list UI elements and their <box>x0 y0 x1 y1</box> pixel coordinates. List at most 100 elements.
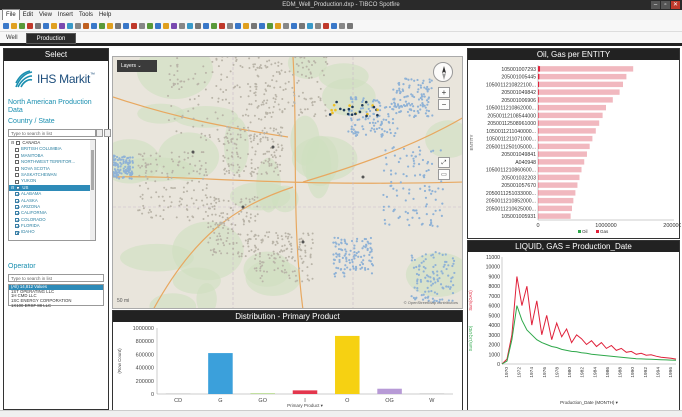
toolbar-tool-icon[interactable] <box>339 22 345 29</box>
toolbar-tool-icon[interactable] <box>99 22 105 29</box>
toolbar-tool-icon[interactable] <box>235 22 241 29</box>
toolbar-tool-icon[interactable] <box>139 22 145 29</box>
oil-bar[interactable] <box>538 89 539 95</box>
toolbar-tool-icon[interactable] <box>275 22 281 29</box>
oil-bar[interactable] <box>538 66 541 72</box>
dist-bar[interactable] <box>292 390 318 394</box>
gas-bar[interactable] <box>538 81 623 88</box>
toolbar-tool-icon[interactable] <box>67 22 73 29</box>
expand-toggle-icon[interactable]: ⊟ <box>11 140 14 146</box>
checkbox[interactable] <box>16 141 21 146</box>
operator-list-item[interactable]: 1X100 ERSF 88 LLC <box>9 303 103 309</box>
toolbar-tool-icon[interactable] <box>227 22 233 29</box>
country-state-list[interactable]: ⊟ CANADA BRITISH COLUMBIA MANITOBA NORTHWEST… <box>8 139 96 241</box>
checkbox[interactable] <box>15 224 19 229</box>
gas-bar[interactable] <box>538 213 571 219</box>
map-canvas[interactable] <box>113 57 463 309</box>
checkbox[interactable] <box>15 179 19 184</box>
toolbar-tool-icon[interactable] <box>51 22 57 29</box>
gas-bar[interactable] <box>538 128 596 134</box>
country-list-scrollbar[interactable] <box>90 140 95 240</box>
checkbox[interactable] <box>15 205 19 210</box>
dist-bar[interactable] <box>335 335 360 394</box>
gas-bar[interactable] <box>538 66 634 72</box>
series-line-sum-gas-[interactable] <box>501 276 677 365</box>
checkbox[interactable] <box>15 192 19 197</box>
checkbox[interactable] <box>15 230 19 235</box>
toolbar-tool-icon[interactable] <box>203 22 209 29</box>
menu-help[interactable]: Help <box>96 10 114 20</box>
menu-view[interactable]: View <box>36 10 55 20</box>
zoom-in-button[interactable]: + <box>438 87 450 98</box>
distribution-chart[interactable]: 02000004000006000008000001000000CD G GO I O O… <box>113 322 464 410</box>
toolbar-tool-icon[interactable] <box>75 22 81 29</box>
toolbar-tool-icon[interactable] <box>35 22 41 29</box>
operator-list[interactable]: (All) 14,812 Values 1ST OPERATING LLC 1H C… <box>8 284 104 309</box>
gas-bar[interactable] <box>538 182 578 188</box>
menu-edit[interactable]: Edit <box>20 10 36 20</box>
toolbar-tool-icon[interactable] <box>43 22 49 29</box>
maximize-button[interactable]: ▫ <box>661 1 670 9</box>
gas-bar[interactable] <box>538 205 572 212</box>
toolbar-tool-icon[interactable] <box>259 22 265 29</box>
oil-bar[interactable] <box>538 81 540 88</box>
dist-x-label[interactable]: Primary Product ▾ <box>287 403 324 408</box>
toolbar-tool-icon[interactable] <box>331 22 337 29</box>
toolbar-tool-icon[interactable] <box>123 22 129 29</box>
toolbar-tool-icon[interactable] <box>283 22 289 29</box>
country-search-input[interactable]: Type to search in list <box>8 129 111 137</box>
tab-well[interactable]: Well <box>2 33 22 44</box>
gas-bar[interactable] <box>538 135 593 142</box>
toolbar-tool-icon[interactable] <box>107 22 113 29</box>
toolbar-tool-icon[interactable] <box>163 22 169 29</box>
oil-bar[interactable] <box>538 73 540 80</box>
compass-icon[interactable] <box>433 62 453 82</box>
toolbar-tool-icon[interactable] <box>59 22 65 29</box>
checkbox[interactable] <box>15 147 19 152</box>
liq-x-label[interactable]: Production_Date (MONTH) ▾ <box>560 400 619 405</box>
toolbar-tool-icon[interactable] <box>91 22 97 29</box>
country-list-item[interactable]: IDAHO <box>9 229 95 235</box>
search-options-icon[interactable] <box>96 129 103 137</box>
gas-bar[interactable] <box>538 120 600 126</box>
checkbox[interactable] <box>15 211 19 216</box>
gas-bar[interactable] <box>538 174 580 181</box>
toolbar-tool-icon[interactable] <box>211 22 217 29</box>
gas-bar[interactable] <box>538 190 576 196</box>
dist-bar[interactable] <box>250 393 275 394</box>
checkbox[interactable] <box>15 166 19 171</box>
toolbar-tool-icon[interactable] <box>131 22 137 29</box>
gas-bar[interactable] <box>538 159 585 165</box>
toolbar-tool-icon[interactable] <box>115 22 121 29</box>
oil-bar[interactable] <box>538 97 539 103</box>
gas-bar[interactable] <box>538 104 606 111</box>
zoom-extent-icon[interactable]: ⤢ <box>438 157 450 168</box>
liquid-gas-date-chart[interactable]: 0 1000 2000 3000 4000 5000 6000 7000 8000 9000 100… <box>468 252 681 410</box>
toolbar-tool-icon[interactable] <box>195 22 201 29</box>
toolbar-tool-icon[interactable] <box>291 22 297 29</box>
well-map[interactable]: Layers ⌄ + − ⤢ ▭ 50 mi © OpenStreetMap c… <box>112 56 463 309</box>
toolbar-tool-icon[interactable] <box>299 22 305 29</box>
operator-search-input[interactable]: Type to search in list <box>8 274 104 282</box>
gas-bar[interactable] <box>538 89 620 95</box>
toolbar-tool-icon[interactable] <box>179 22 185 29</box>
toolbar-tool-icon[interactable] <box>187 22 193 29</box>
menu-insert[interactable]: Insert <box>55 10 76 20</box>
close-button[interactable]: ✕ <box>671 1 680 9</box>
checkbox[interactable] <box>15 217 19 222</box>
toolbar-tool-icon[interactable] <box>11 22 17 29</box>
toolbar-tool-icon[interactable] <box>243 22 249 29</box>
dist-bar[interactable] <box>377 388 402 394</box>
toolbar-tool-icon[interactable] <box>19 22 25 29</box>
select-tool-icon[interactable]: ▭ <box>438 169 450 180</box>
gas-bar[interactable] <box>538 166 582 173</box>
gas-bar[interactable] <box>538 97 613 103</box>
toolbar-tool-icon[interactable] <box>315 22 321 29</box>
toolbar-tool-icon[interactable] <box>171 22 177 29</box>
oil-bar[interactable] <box>538 104 539 111</box>
toolbar-tool-icon[interactable] <box>267 22 273 29</box>
menu-tools[interactable]: Tools <box>76 10 96 20</box>
checkbox[interactable] <box>15 173 19 178</box>
gas-bar[interactable] <box>538 197 574 204</box>
gas-bar[interactable] <box>538 151 587 157</box>
